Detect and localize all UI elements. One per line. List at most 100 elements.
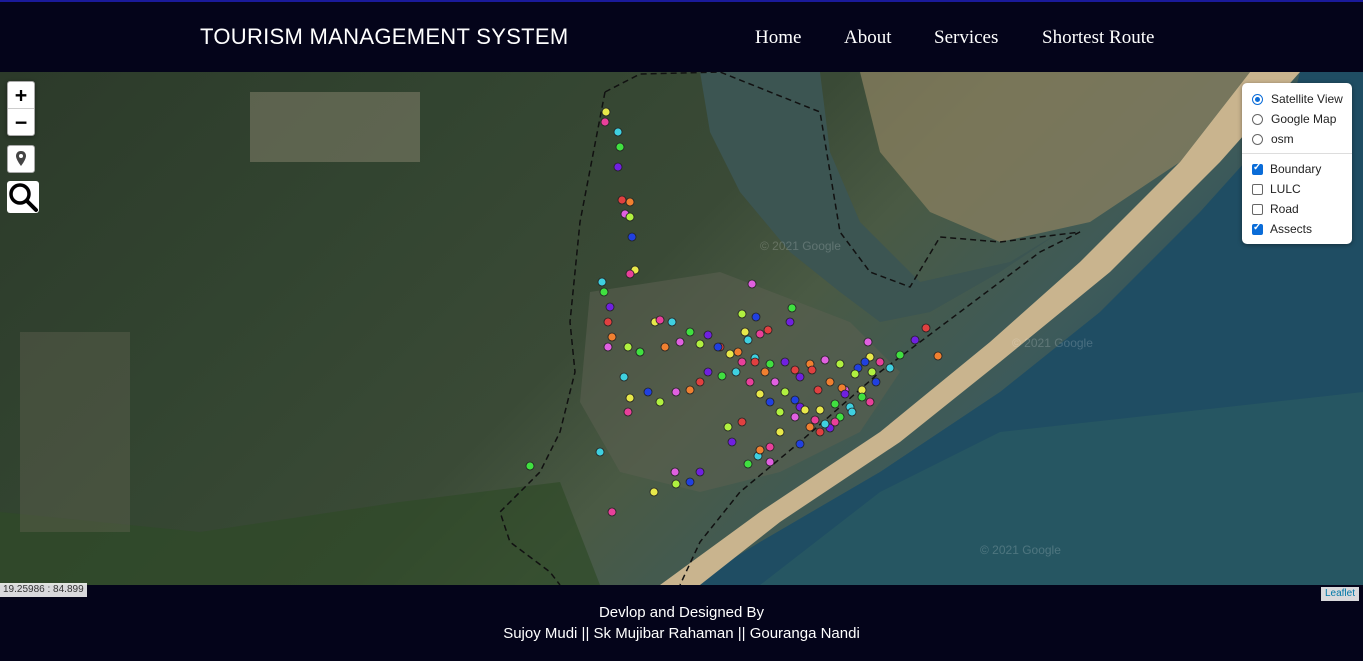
asset-marker[interactable] (765, 442, 775, 452)
nav-shortest-route[interactable]: Shortest Route (1042, 27, 1154, 49)
base-layer-satellite[interactable]: Satellite View (1252, 90, 1343, 108)
asset-marker[interactable] (790, 395, 800, 405)
asset-marker[interactable] (810, 415, 820, 425)
asset-marker[interactable] (750, 357, 760, 367)
asset-marker[interactable] (635, 347, 645, 357)
asset-marker[interactable] (737, 309, 747, 319)
asset-marker[interactable] (765, 397, 775, 407)
asset-marker[interactable] (737, 357, 747, 367)
zoom-out-button[interactable]: − (8, 109, 34, 135)
asset-marker[interactable] (755, 329, 765, 339)
asset-marker[interactable] (607, 332, 617, 342)
asset-marker[interactable] (740, 327, 750, 337)
asset-marker[interactable] (815, 405, 825, 415)
asset-marker[interactable] (649, 487, 659, 497)
asset-marker[interactable] (725, 349, 735, 359)
radio-icon[interactable] (1252, 133, 1263, 145)
search-button[interactable] (7, 181, 39, 213)
asset-marker[interactable] (599, 287, 609, 297)
overlay-boundary[interactable]: Boundary (1252, 160, 1321, 178)
asset-marker[interactable] (747, 279, 757, 289)
asset-marker[interactable] (807, 365, 817, 375)
asset-marker[interactable] (695, 377, 705, 387)
asset-marker[interactable] (751, 312, 761, 322)
asset-marker[interactable] (763, 325, 773, 335)
asset-marker[interactable] (625, 269, 635, 279)
zoom-in-button[interactable]: + (8, 82, 34, 108)
asset-marker[interactable] (717, 371, 727, 381)
asset-marker[interactable] (727, 437, 737, 447)
asset-marker[interactable] (743, 335, 753, 345)
asset-marker[interactable] (600, 117, 610, 127)
asset-marker[interactable] (667, 317, 677, 327)
asset-marker[interactable] (660, 342, 670, 352)
asset-marker[interactable] (790, 365, 800, 375)
asset-marker[interactable] (737, 417, 747, 427)
asset-marker[interactable] (597, 277, 607, 287)
asset-marker[interactable] (685, 385, 695, 395)
asset-marker[interactable] (867, 367, 877, 377)
asset-marker[interactable] (607, 507, 617, 517)
asset-marker[interactable] (875, 357, 885, 367)
asset-marker[interactable] (627, 232, 637, 242)
asset-marker[interactable] (921, 323, 931, 333)
asset-marker[interactable] (885, 363, 895, 373)
asset-marker[interactable] (825, 377, 835, 387)
asset-marker[interactable] (820, 355, 830, 365)
asset-marker[interactable] (820, 419, 830, 429)
asset-marker[interactable] (615, 142, 625, 152)
asset-marker[interactable] (775, 407, 785, 417)
asset-marker[interactable] (601, 107, 611, 117)
asset-marker[interactable] (613, 127, 623, 137)
asset-marker[interactable] (847, 407, 857, 417)
asset-marker[interactable] (760, 367, 770, 377)
asset-marker[interactable] (780, 357, 790, 367)
asset-marker[interactable] (835, 359, 845, 369)
nav-about[interactable]: About (844, 27, 892, 49)
asset-marker[interactable] (895, 350, 905, 360)
asset-marker[interactable] (857, 392, 867, 402)
asset-marker[interactable] (603, 317, 613, 327)
asset-marker[interactable] (625, 212, 635, 222)
site-title[interactable]: TOURISM MANAGEMENT SYSTEM (200, 24, 569, 50)
asset-marker[interactable] (765, 457, 775, 467)
asset-marker[interactable] (770, 377, 780, 387)
asset-marker[interactable] (787, 303, 797, 313)
asset-marker[interactable] (655, 397, 665, 407)
asset-marker[interactable] (860, 357, 870, 367)
checkbox-icon[interactable] (1252, 203, 1263, 215)
asset-marker[interactable] (703, 367, 713, 377)
overlay-road[interactable]: Road (1252, 200, 1299, 218)
asset-marker[interactable] (525, 461, 535, 471)
asset-marker[interactable] (800, 405, 810, 415)
asset-marker[interactable] (713, 342, 723, 352)
asset-marker[interactable] (685, 477, 695, 487)
checkbox-checked-icon[interactable] (1252, 222, 1263, 235)
asset-marker[interactable] (619, 372, 629, 382)
nav-home[interactable]: Home (755, 27, 801, 49)
asset-marker[interactable] (670, 467, 680, 477)
asset-marker[interactable] (795, 439, 805, 449)
asset-marker[interactable] (805, 422, 815, 432)
asset-marker[interactable] (745, 377, 755, 387)
asset-marker[interactable] (723, 422, 733, 432)
asset-marker[interactable] (850, 369, 860, 379)
asset-marker[interactable] (795, 372, 805, 382)
asset-marker[interactable] (830, 417, 840, 427)
asset-marker[interactable] (655, 315, 665, 325)
overlay-lulc[interactable]: LULC (1252, 180, 1301, 198)
checkbox-checked-icon[interactable] (1252, 162, 1263, 175)
asset-marker[interactable] (625, 197, 635, 207)
asset-marker[interactable] (790, 412, 800, 422)
asset-marker[interactable] (623, 407, 633, 417)
asset-marker[interactable] (685, 327, 695, 337)
map-canvas[interactable]: © 2021 Google © 2021 Google © 2021 Googl… (0, 72, 1363, 585)
leaflet-attribution-link[interactable]: Leaflet (1320, 587, 1359, 601)
asset-marker[interactable] (910, 335, 920, 345)
asset-marker[interactable] (625, 393, 635, 403)
nav-services[interactable]: Services (934, 27, 998, 49)
asset-marker[interactable] (671, 479, 681, 489)
asset-marker[interactable] (765, 359, 775, 369)
asset-marker[interactable] (675, 337, 685, 347)
asset-marker[interactable] (603, 342, 613, 352)
